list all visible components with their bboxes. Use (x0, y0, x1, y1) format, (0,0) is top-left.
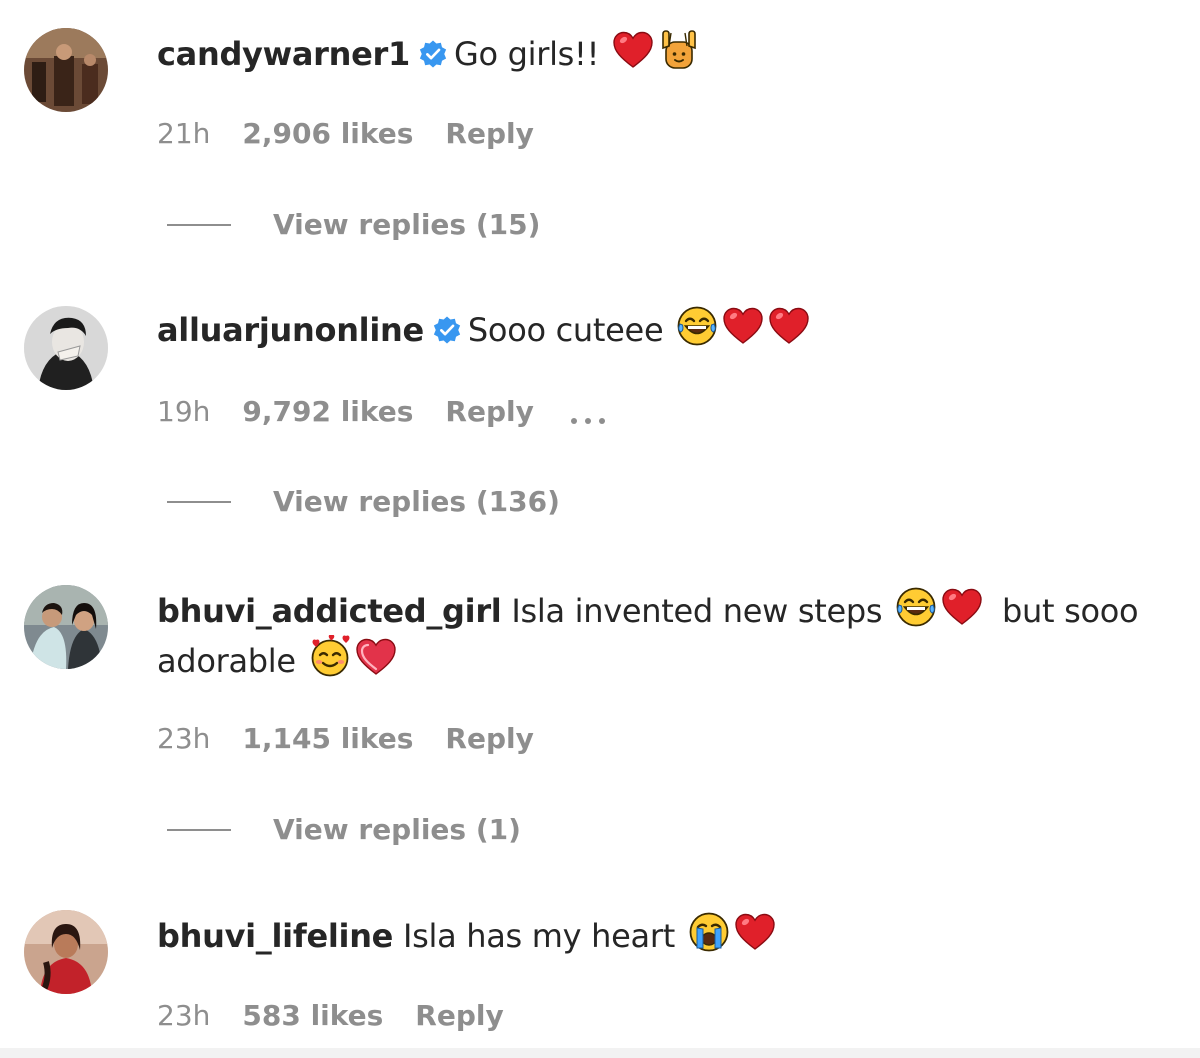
comment-text: Isla has my heart (402, 917, 675, 955)
comment-meta: 21h 2,906 likes Reply (157, 114, 534, 154)
view-replies-button[interactable]: View replies (1) (167, 810, 521, 850)
view-replies-label: View replies (15) (273, 208, 541, 241)
reply-button[interactable]: Reply (445, 719, 533, 759)
comment-time[interactable]: 19h (157, 392, 210, 432)
comment-body: bhuvi_addicted_girl Isla invented new st… (157, 585, 1167, 685)
comment-time[interactable]: 23h (157, 996, 210, 1036)
red-heart-icon (733, 910, 777, 954)
avatar[interactable] (24, 910, 108, 994)
avatar[interactable] (24, 306, 108, 390)
comment-time[interactable]: 21h (157, 114, 210, 154)
divider (167, 829, 231, 831)
comment-body: alluarjunonline Sooo cuteee (157, 304, 1167, 354)
comment-text: Go girls!! (453, 35, 600, 73)
likes-count[interactable]: 583 likes (242, 996, 383, 1036)
view-replies-button[interactable]: View replies (15) (167, 205, 540, 245)
reply-button[interactable]: Reply (445, 392, 533, 432)
face-with-tears-of-joy-icon (894, 585, 938, 629)
red-heart-icon (940, 585, 984, 629)
heart-icon (354, 635, 398, 679)
comment-time[interactable]: 23h (157, 719, 210, 759)
reply-button[interactable]: Reply (415, 996, 503, 1036)
comment-meta: 19h 9,792 likes Reply (157, 392, 610, 432)
username[interactable]: bhuvi_lifeline (157, 917, 393, 955)
comment-meta: 23h 1,145 likes Reply (157, 719, 534, 759)
person-raising-hands-icon (657, 28, 701, 72)
comment-text: Isla invented new steps (511, 592, 883, 630)
username[interactable]: bhuvi_addicted_girl (157, 592, 502, 630)
view-replies-label: View replies (1) (273, 813, 521, 846)
username[interactable]: alluarjunonline (157, 311, 424, 349)
face-with-tears-of-joy-icon (675, 304, 719, 348)
likes-count[interactable]: 1,145 likes (242, 719, 413, 759)
likes-count[interactable]: 2,906 likes (242, 114, 413, 154)
avatar[interactable] (24, 28, 108, 112)
comment-body: bhuvi_lifeline Isla has my heart (157, 910, 1167, 960)
likes-count[interactable]: 9,792 likes (242, 392, 413, 432)
red-heart-icon (767, 304, 811, 348)
divider (167, 501, 231, 503)
reply-button[interactable]: Reply (445, 114, 533, 154)
username[interactable]: candywarner1 (157, 35, 410, 73)
red-heart-icon (721, 304, 765, 348)
smiling-face-with-hearts-icon (308, 635, 352, 679)
verified-badge-icon (418, 39, 448, 69)
more-options-icon[interactable] (566, 402, 610, 422)
red-heart-icon (611, 28, 655, 72)
divider (167, 224, 231, 226)
comment-body: candywarner1 Go girls!! (157, 28, 1167, 78)
comment-text: Sooo cuteee (467, 311, 664, 349)
verified-badge-icon (432, 315, 462, 345)
avatar[interactable] (24, 585, 108, 669)
bottom-divider (0, 1048, 1200, 1058)
view-replies-button[interactable]: View replies (136) (167, 482, 560, 522)
comment-meta: 23h 583 likes Reply (157, 996, 504, 1036)
view-replies-label: View replies (136) (273, 485, 560, 518)
loudly-crying-face-icon (687, 910, 731, 954)
